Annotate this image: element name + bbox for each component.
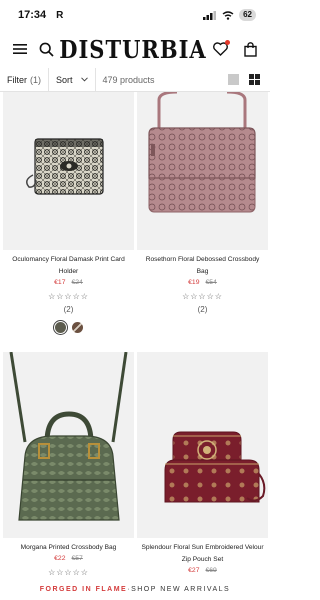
original-price: €54 [205, 279, 217, 286]
review-count[interactable]: (2) [3, 305, 134, 314]
status-carrier: R [56, 9, 64, 21]
promo-banner[interactable]: FORGED IN FLAME · SHOP NEW ARRIVALS [0, 581, 270, 598]
search-icon[interactable] [36, 39, 56, 59]
product-name[interactable]: Oculomancy Floral Damask Print Card Hold… [3, 254, 134, 278]
star-rating: ☆☆☆☆☆ [3, 292, 134, 301]
wishlist-button[interactable] [210, 39, 230, 59]
product-price: €22 €57 [3, 555, 134, 562]
product-card[interactable]: Oculomancy Floral Damask Print Card Hold… [3, 92, 134, 333]
product-image[interactable] [137, 352, 268, 538]
product-image[interactable] [137, 92, 268, 250]
status-time: 17:34 [18, 9, 47, 21]
product-card[interactable]: Splendour Floral Sun Embroidered Velour … [137, 352, 268, 574]
brand-logo[interactable]: DISTURBIA [56, 37, 210, 61]
wifi-icon [222, 10, 234, 20]
filter-bar: Filter (1) Sort 479 products [0, 68, 270, 92]
star-icon: ☆ [64, 292, 73, 301]
star-icon: ☆ [72, 292, 81, 301]
grid-view-icon[interactable] [249, 74, 260, 85]
filter-count: (1) [30, 74, 41, 85]
product-image[interactable] [3, 352, 134, 538]
chevron-down-icon [80, 77, 88, 82]
menu-icon[interactable] [10, 39, 30, 59]
sale-price: €27 [188, 567, 200, 574]
product-price: €17 €24 [3, 279, 134, 286]
star-icon: ☆ [72, 568, 81, 577]
original-price: €69 [205, 567, 217, 574]
status-bar: 17:34 R 62 [0, 0, 270, 30]
sale-price: €22 [54, 555, 66, 562]
notification-dot [225, 40, 230, 45]
swatch-dark-olive[interactable] [54, 322, 66, 333]
product-name[interactable]: Rosethorn Floral Debossed Crossbody Bag [137, 254, 268, 278]
cart-button[interactable] [240, 39, 260, 59]
star-icon: ☆ [48, 292, 57, 301]
review-count[interactable]: (2) [137, 305, 268, 314]
product-card[interactable]: Morgana Printed Crossbody Bag €22 €57 ☆☆☆… [3, 352, 134, 577]
product-card[interactable]: Rosethorn Floral Debossed Crossbody Bag … [137, 92, 268, 314]
bag-icon [243, 41, 257, 57]
product-count: 479 products [102, 74, 155, 85]
star-rating: ☆☆☆☆☆ [137, 292, 268, 301]
product-name[interactable]: Splendour Floral Sun Embroidered Velour … [137, 542, 268, 566]
sale-price: €19 [188, 279, 200, 286]
product-name[interactable]: Morgana Printed Crossbody Bag [3, 542, 134, 554]
original-price: €24 [71, 279, 83, 286]
sort-label: Sort [56, 74, 73, 85]
promo-highlight: FORGED IN FLAME [39, 586, 128, 593]
product-image[interactable] [3, 92, 134, 250]
sale-price: €17 [54, 279, 66, 286]
status-indicators: 62 [203, 9, 256, 21]
star-icon: ☆ [80, 292, 89, 301]
star-icon: ☆ [198, 292, 207, 301]
product-price: €19 €54 [137, 279, 268, 286]
product-price: €27 €69 [137, 567, 268, 574]
single-view-icon[interactable] [228, 74, 239, 85]
filter-button[interactable]: Filter (1) [0, 68, 49, 91]
promo-text: SHOP NEW ARRIVALS [131, 586, 231, 593]
star-icon: ☆ [80, 568, 89, 577]
signal-icon [203, 10, 217, 20]
site-header: DISTURBIA [0, 30, 270, 68]
battery-icon: 62 [239, 9, 256, 21]
star-icon: ☆ [48, 568, 57, 577]
star-icon: ☆ [206, 292, 215, 301]
swatch-brown[interactable] [71, 322, 83, 333]
star-icon: ☆ [214, 292, 223, 301]
star-icon: ☆ [64, 568, 73, 577]
star-icon: ☆ [182, 292, 191, 301]
original-price: €57 [71, 555, 83, 562]
color-swatches [3, 322, 134, 333]
filter-label: Filter [7, 74, 27, 85]
star-rating: ☆☆☆☆☆ [3, 568, 134, 577]
sort-button[interactable]: Sort [49, 68, 96, 91]
